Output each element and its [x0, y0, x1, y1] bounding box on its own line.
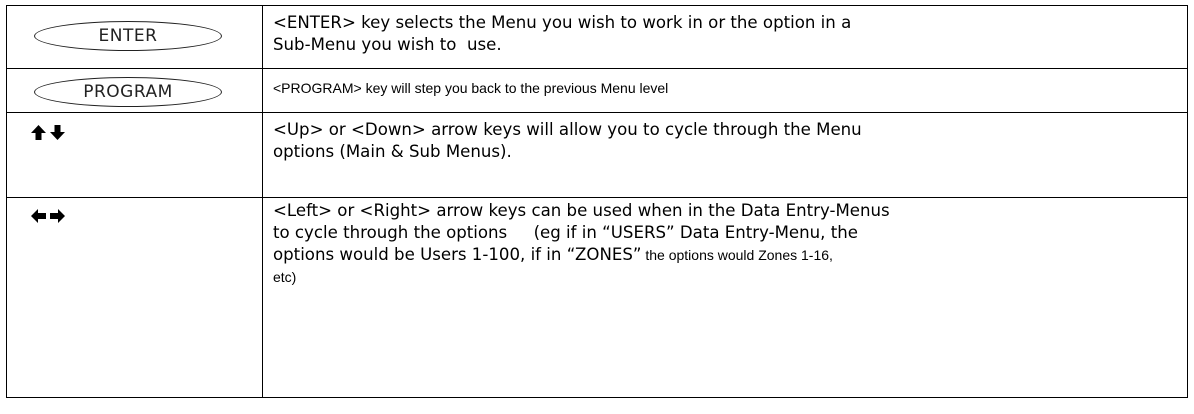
- left-arrow-icon: [31, 209, 46, 223]
- description-enter: <ENTER> key selects the Menu you wish to…: [262, 5, 1188, 69]
- description-line: to cycle through the options (eg if in “…: [273, 223, 858, 242]
- description-line: <ENTER> key selects the Menu you wish to…: [273, 13, 852, 32]
- left-right-arrow-icons: [31, 209, 65, 223]
- down-arrow-icon: [50, 125, 65, 140]
- program-key-button: PROGRAM: [34, 77, 222, 107]
- table-row-up-down: <Up> or <Down> arrow keys will allow you…: [6, 112, 1188, 198]
- key-reference-table: ENTER <ENTER> key selects the Menu you w…: [6, 5, 1188, 398]
- description-fragment-small: the options would Zones 1-16,: [641, 247, 833, 263]
- key-cell-up-down: [6, 112, 263, 198]
- description-left-right: <Left> or <Right> arrow keys can be used…: [262, 197, 1188, 398]
- description-line: options (Main & Sub Menus).: [273, 142, 512, 161]
- description-line: options would be Users 1-100, if in “ZON…: [273, 244, 1177, 266]
- description-line: <Up> or <Down> arrow keys will allow you…: [273, 120, 862, 139]
- key-cell-enter: ENTER: [6, 5, 263, 69]
- up-arrow-icon: [31, 125, 46, 140]
- key-cell-program: PROGRAM: [6, 68, 263, 113]
- description-line: <PROGRAM> key will step you back to the …: [273, 80, 669, 96]
- description-fragment: options would be Users 1-100, if in “ZON…: [273, 245, 642, 264]
- right-arrow-icon: [50, 209, 65, 223]
- up-down-arrow-icons: [31, 125, 65, 140]
- table-row-left-right: <Left> or <Right> arrow keys can be used…: [6, 197, 1188, 398]
- enter-key-button: ENTER: [34, 21, 222, 51]
- table-row-enter: ENTER <ENTER> key selects the Menu you w…: [6, 5, 1188, 69]
- description-program: <PROGRAM> key will step you back to the …: [262, 68, 1188, 113]
- description-line: <Left> or <Right> arrow keys can be used…: [273, 201, 890, 220]
- key-cell-left-right: [6, 197, 263, 398]
- table-row-program: PROGRAM <PROGRAM> key will step you back…: [6, 68, 1188, 113]
- description-line: Sub-Menu you wish to use.: [273, 35, 502, 54]
- description-line: etc): [273, 269, 297, 285]
- description-up-down: <Up> or <Down> arrow keys will allow you…: [262, 112, 1188, 198]
